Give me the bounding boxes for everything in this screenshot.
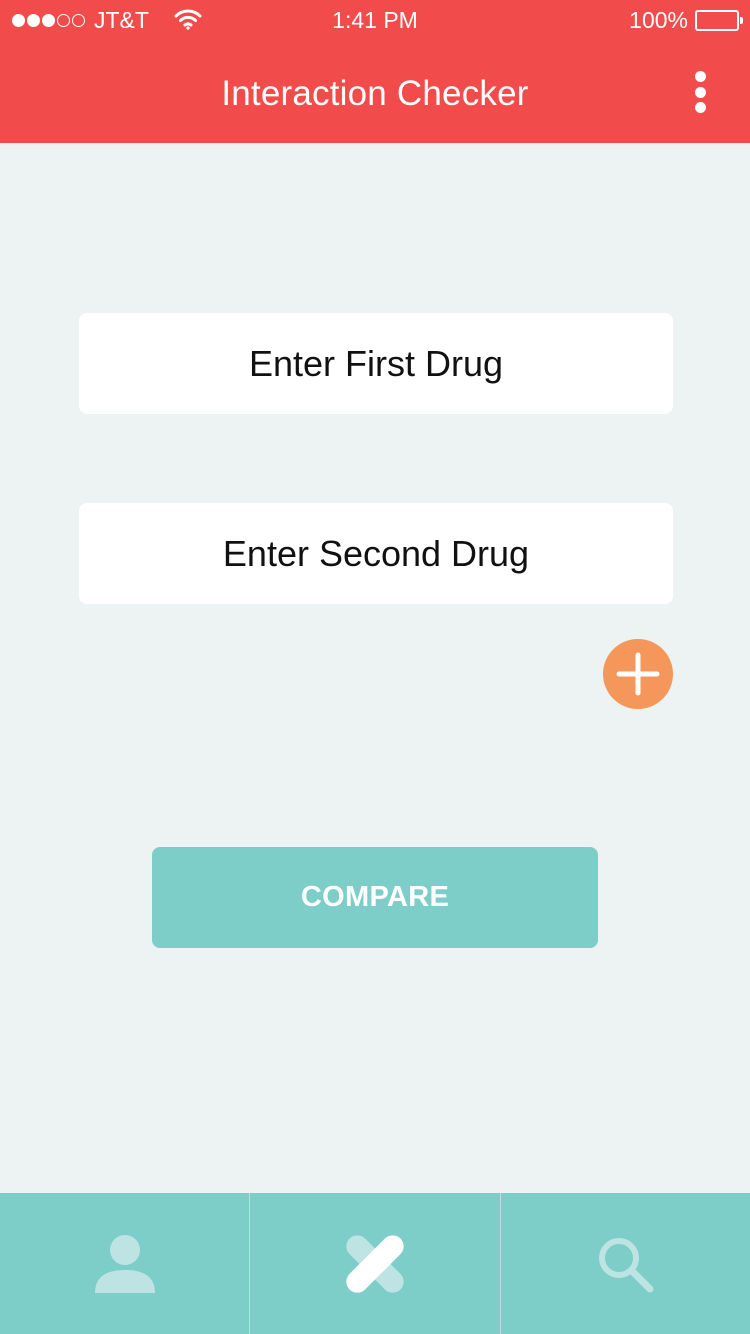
app-header: JT&T 1:41 PM 100% Interaction Checker xyxy=(0,0,750,143)
more-vertical-icon xyxy=(694,71,706,82)
tab-bar xyxy=(0,1193,750,1334)
page-title: Interaction Checker xyxy=(221,74,529,113)
first-drug-input[interactable] xyxy=(79,313,673,414)
tab-profile[interactable] xyxy=(0,1193,249,1334)
add-drug-button[interactable] xyxy=(603,639,673,709)
interaction-icon xyxy=(346,1234,404,1293)
battery-icon xyxy=(695,9,743,31)
second-drug-input[interactable] xyxy=(79,503,673,604)
battery-percent: 100% xyxy=(629,6,688,33)
search-icon xyxy=(599,1237,654,1292)
more-options-button[interactable] xyxy=(683,68,717,116)
status-bar: JT&T 1:41 PM 100% xyxy=(0,0,750,40)
tab-search[interactable] xyxy=(499,1193,750,1334)
battery-status: 100% xyxy=(629,6,743,33)
tab-interaction-checker[interactable] xyxy=(249,1193,499,1334)
user-icon xyxy=(94,1234,155,1293)
plus-icon xyxy=(616,652,660,696)
compare-button[interactable]: COMPARE xyxy=(152,847,598,948)
